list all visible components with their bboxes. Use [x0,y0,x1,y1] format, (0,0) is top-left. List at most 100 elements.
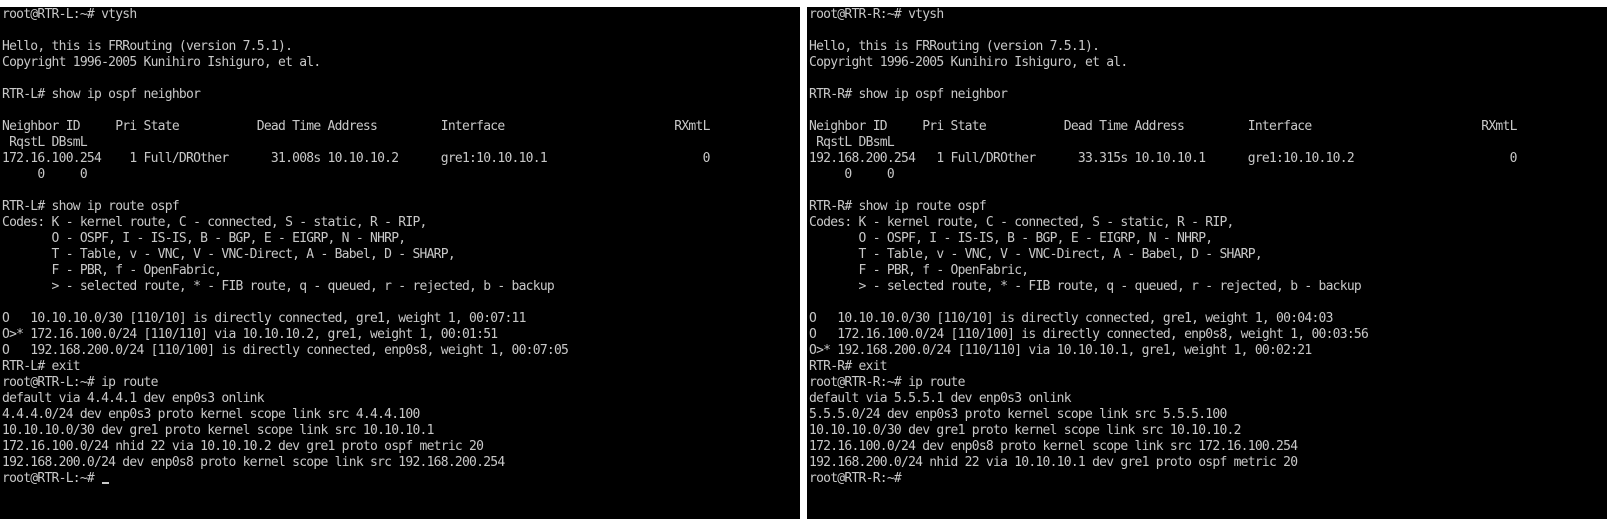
terminal-line: O 10.10.10.0/30 [110/10] is directly con… [809,311,1607,327]
terminal-line: 172.16.100.0/24 nhid 22 via 10.10.10.2 d… [2,439,800,455]
terminal-line: 192.168.200.254 1 Full/DROther 33.315s 1… [809,151,1607,167]
terminal-line: 0 0 [2,167,800,183]
terminal-line-text: Hello, this is FRRouting (version 7.5.1)… [2,39,293,54]
terminal-line: Codes: K - kernel route, C - connected, … [809,215,1607,231]
terminal-line: 0 0 [809,167,1607,183]
terminal-line-text: 10.10.10.0/30 dev gre1 proto kernel scop… [2,423,434,438]
terminal-line: RTR-L# show ip ospf neighbor [2,87,800,103]
terminal-line-text: Neighbor ID Pri State Dead Time Address … [2,119,710,134]
terminal-line: Copyright 1996-2005 Kunihiro Ishiguro, e… [809,55,1607,71]
terminal-line: 192.168.200.0/24 dev enp0s8 proto kernel… [2,455,800,471]
terminal-line-text: RqstL DBsmL [809,135,895,150]
terminal-line: RTR-R# show ip route ospf [809,199,1607,215]
terminal-line: root@RTR-L:~# [2,471,800,487]
terminal-line-text: RTR-R# show ip route ospf [809,199,987,214]
terminal-line: 172.16.100.254 1 Full/DROther 31.008s 10… [2,151,800,167]
terminal-line-text: F - PBR, f - OpenFabric, [809,263,1030,278]
terminal-line: root@RTR-L:~# vtysh [2,7,800,23]
terminal-line-text: O>* 192.168.200.0/24 [110/110] via 10.10… [809,343,1312,358]
terminal-line: O - OSPF, I - IS-IS, B - BGP, E - EIGRP,… [809,231,1607,247]
terminal-line-text: Codes: K - kernel route, C - connected, … [2,215,427,230]
terminal-line: root@RTR-L:~# ip route [2,375,800,391]
terminal-line-text: > - selected route, * - FIB route, q - q… [809,279,1362,294]
terminal-line-text: O 10.10.10.0/30 [110/10] is directly con… [809,311,1333,326]
terminal-line-text: 0 0 [809,167,894,182]
terminal-line-text: O - OSPF, I - IS-IS, B - BGP, E - EIGRP,… [2,231,407,246]
terminal-line: Neighbor ID Pri State Dead Time Address … [2,119,800,135]
terminal-line-text: Neighbor ID Pri State Dead Time Address … [809,119,1517,134]
terminal-line-text: Hello, this is FRRouting (version 7.5.1)… [809,39,1100,54]
terminal-line-text: 192.168.200.254 1 Full/DROther 33.315s 1… [809,151,1517,166]
terminal-line-text: 192.168.200.0/24 nhid 22 via 10.10.10.1 … [809,455,1298,470]
terminal-line: O 192.168.200.0/24 [110/100] is directly… [2,343,800,359]
terminal-line: O>* 192.168.200.0/24 [110/110] via 10.10… [809,343,1607,359]
terminal-line-text: 172.16.100.0/24 dev enp0s8 proto kernel … [809,439,1298,454]
terminal-rtr-l[interactable]: root@RTR-L:~# vtysh Hello, this is FRRout… [0,7,800,519]
terminal-line-text: O 192.168.200.0/24 [110/100] is directly… [2,343,569,358]
terminal-line-text: 172.16.100.254 1 Full/DROther 31.008s 10… [2,151,710,166]
terminal-line: 172.16.100.0/24 dev enp0s8 proto kernel … [809,439,1607,455]
terminal-line-text: RTR-R# exit [809,359,888,374]
terminal-line: 10.10.10.0/30 dev gre1 proto kernel scop… [809,423,1607,439]
terminal-line-text: T - Table, v - VNC, V - VNC-Direct, A - … [2,247,456,262]
terminal-line-text: O>* 172.16.100.0/24 [110/110] via 10.10.… [2,327,498,342]
terminal-rtr-r[interactable]: root@RTR-R:~# vtysh Hello, this is FRRout… [807,7,1607,519]
terminal-line: root@RTR-R:~# [809,471,1607,487]
terminal-output-left: root@RTR-L:~# vtysh Hello, this is FRRout… [2,7,800,487]
terminal-line-text: root@RTR-R:~# [809,471,909,486]
terminal-line-text: root@RTR-L:~# ip route [2,375,158,390]
terminal-line: RTR-L# exit [2,359,800,375]
terminal-line: O 10.10.10.0/30 [110/10] is directly con… [2,311,800,327]
terminal-line-text: Codes: K - kernel route, C - connected, … [809,215,1234,230]
terminal-line: RqstL DBsmL [2,135,800,151]
terminal-line-text: 0 0 [2,167,87,182]
terminal-line: 5.5.5.0/24 dev enp0s3 proto kernel scope… [809,407,1607,423]
terminal-line: Codes: K - kernel route, C - connected, … [2,215,800,231]
screen: root@RTR-L:~# vtysh Hello, this is FRRout… [0,0,1607,521]
terminal-line-text: RTR-R# show ip ospf neighbor [809,87,1008,102]
terminal-line-text: root@RTR-L:~# [2,471,102,486]
terminal-line: Hello, this is FRRouting (version 7.5.1)… [809,39,1607,55]
terminal-line: O 172.16.100.0/24 [110/100] is directly … [809,327,1607,343]
terminal-line: root@RTR-R:~# vtysh [809,7,1607,23]
terminal-line-text: 10.10.10.0/30 dev gre1 proto kernel scop… [809,423,1241,438]
terminal-line: 4.4.4.0/24 dev enp0s3 proto kernel scope… [2,407,800,423]
terminal-line: RTR-R# exit [809,359,1607,375]
terminal-line: O - OSPF, I - IS-IS, B - BGP, E - EIGRP,… [2,231,800,247]
terminal-line-text: > - selected route, * - FIB route, q - q… [2,279,555,294]
terminal-line-text: F - PBR, f - OpenFabric, [2,263,223,278]
terminal-line-text: RTR-L# show ip ospf neighbor [2,87,201,102]
terminal-line-text: Copyright 1996-2005 Kunihiro Ishiguro, e… [809,55,1128,70]
terminal-line: RTR-R# show ip ospf neighbor [809,87,1607,103]
terminal-line-text: RTR-L# exit [2,359,81,374]
terminal-line: F - PBR, f - OpenFabric, [2,263,800,279]
terminal-line: F - PBR, f - OpenFabric, [809,263,1607,279]
terminal-line: > - selected route, * - FIB route, q - q… [809,279,1607,295]
terminal-line-text: O 10.10.10.0/30 [110/10] is directly con… [2,311,526,326]
terminal-line-text: Copyright 1996-2005 Kunihiro Ishiguro, e… [2,55,321,70]
pane-divider [800,0,807,521]
terminal-line: root@RTR-R:~# ip route [809,375,1607,391]
text-cursor [102,482,110,484]
terminal-line-text: default via 5.5.5.1 dev enp0s3 onlink [809,391,1072,406]
terminal-line-text: root@RTR-R:~# vtysh [809,7,944,22]
terminal-line: RqstL DBsmL [809,135,1607,151]
terminal-line: T - Table, v - VNC, V - VNC-Direct, A - … [809,247,1607,263]
terminal-line-text: 172.16.100.0/24 nhid 22 via 10.10.10.2 d… [2,439,484,454]
terminal-line: 192.168.200.0/24 nhid 22 via 10.10.10.1 … [809,455,1607,471]
terminal-line-text: root@RTR-L:~# vtysh [2,7,137,22]
terminal-line-text: T - Table, v - VNC, V - VNC-Direct, A - … [809,247,1263,262]
terminal-line: Hello, this is FRRouting (version 7.5.1)… [2,39,800,55]
terminal-line-text: root@RTR-R:~# ip route [809,375,965,390]
terminal-line-text: 192.168.200.0/24 dev enp0s8 proto kernel… [2,455,505,470]
terminal-line: Copyright 1996-2005 Kunihiro Ishiguro, e… [2,55,800,71]
terminal-line: > - selected route, * - FIB route, q - q… [2,279,800,295]
terminal-line: Neighbor ID Pri State Dead Time Address … [809,119,1607,135]
